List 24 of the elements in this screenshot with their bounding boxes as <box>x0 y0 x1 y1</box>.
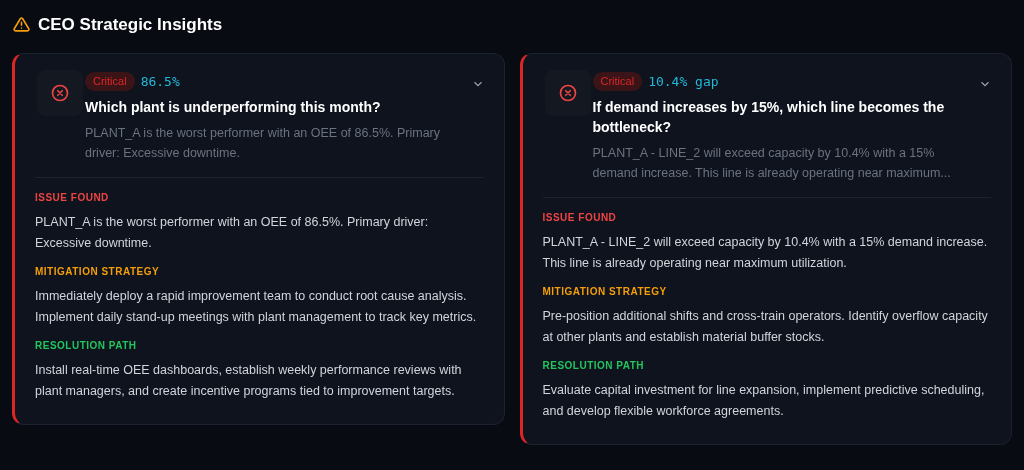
severity-badge: Critical <box>592 72 643 91</box>
error-icon <box>51 83 69 102</box>
section-label: MITIGATION STRATEGY <box>542 285 668 299</box>
error-icon <box>558 83 577 102</box>
section-label: ISSUE FOUND <box>35 191 110 205</box>
section-label: RESOLUTION PATH <box>542 359 646 373</box>
page-title: CEO Strategic Insights <box>38 14 223 36</box>
section-text: PLANT_A - LINE_2 will exceed capacity by 10.4% with a 15% demand increase. This line is already operating near maximum utilization. <box>542 234 989 272</box>
section-text: Immediately deploy a rapid improvement team to conduct root cause analysis. Implement daily stand-up meetings with plant management to track key metrics. <box>35 288 478 326</box>
severity-badge: Critical <box>85 72 135 91</box>
warning-icon <box>13 16 30 34</box>
section-label: ISSUE FOUND <box>542 211 618 225</box>
section-text: PLANT_A is the worst performer with an OEE of 86.5%. Primary driver: Excessive downtime. <box>35 214 430 252</box>
section-label: RESOLUTION PATH <box>35 339 138 353</box>
insight-question: If demand increases by 15%, which line becomes the bottleneck? <box>592 98 946 137</box>
metric-value: 10.4% gap <box>648 72 719 91</box>
metric-value: 86.5% <box>140 72 180 91</box>
insight-summary: PLANT_A is the worst performer with an OEE of 86.5%. Primary driver: Excessive downtime. <box>85 125 441 162</box>
section-text: Evaluate capital investment for line expansion, implement predictive scheduling, and develop flexible workforce agreements. <box>542 382 986 420</box>
insight-summary: PLANT_A - LINE_2 will exceed capacity by 10.4% with a 15% demand increase. This line is already operating near maximum... <box>592 145 952 182</box>
section-label: MITIGATION STRATEGY <box>35 265 161 279</box>
section-text: Pre-position additional shifts and cross-train operators. Identify overflow capacity at other plants and establish material buffer stocks. <box>542 308 989 346</box>
section-text: Install real-time OEE dashboards, establish weekly performance reviews with plant managers, and create incentive programs tied to improvement targets. <box>35 362 463 400</box>
insight-question: Which plant is underperforming this month? <box>85 98 382 117</box>
